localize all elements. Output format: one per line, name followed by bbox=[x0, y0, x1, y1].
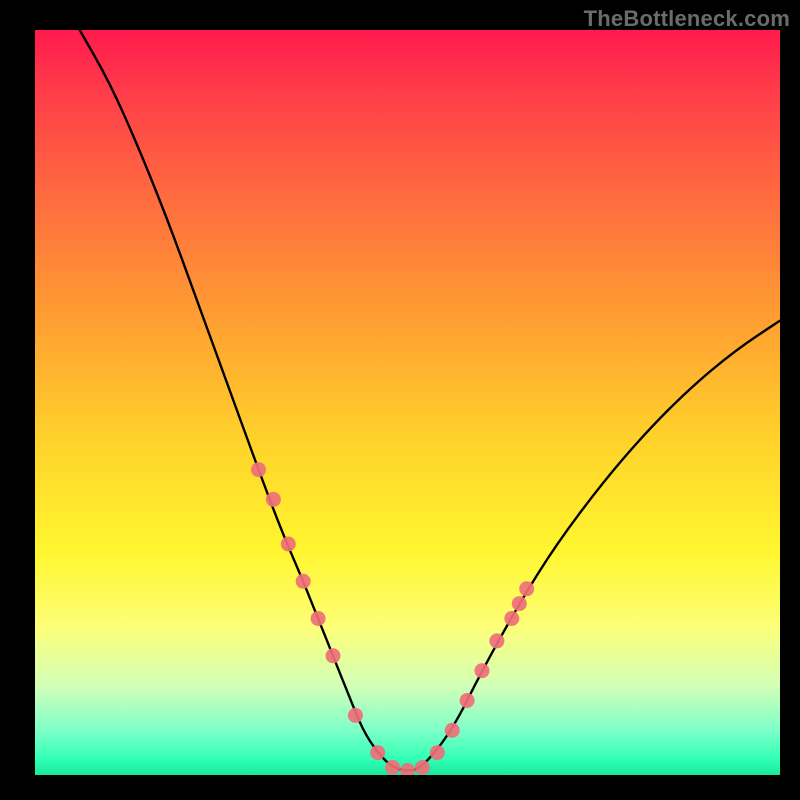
bottleneck-curve-svg bbox=[35, 30, 780, 775]
watermark-text: TheBottleneck.com bbox=[584, 6, 790, 32]
highlight-dot bbox=[430, 745, 445, 760]
highlight-dot bbox=[415, 760, 430, 775]
highlight-dot bbox=[370, 745, 385, 760]
highlight-dot bbox=[296, 574, 311, 589]
bottleneck-curve-path bbox=[80, 30, 780, 770]
highlight-dot bbox=[251, 462, 266, 477]
highlight-dot bbox=[519, 581, 534, 596]
highlight-dot bbox=[460, 693, 475, 708]
chart-frame: TheBottleneck.com bbox=[0, 0, 800, 800]
highlight-dot bbox=[266, 492, 281, 507]
highlight-dot bbox=[385, 760, 400, 775]
highlight-dot bbox=[400, 763, 415, 775]
highlight-dot bbox=[348, 708, 363, 723]
highlight-dot bbox=[311, 611, 326, 626]
highlight-dot bbox=[445, 723, 460, 738]
plot-area bbox=[35, 30, 780, 775]
highlight-dot bbox=[489, 633, 504, 648]
highlight-dot bbox=[281, 537, 296, 552]
highlight-dot bbox=[504, 611, 519, 626]
highlight-dot bbox=[326, 648, 341, 663]
highlight-dot bbox=[475, 663, 490, 678]
highlight-dot bbox=[512, 596, 527, 611]
highlight-dots-group bbox=[251, 462, 534, 775]
curve-group bbox=[80, 30, 780, 770]
